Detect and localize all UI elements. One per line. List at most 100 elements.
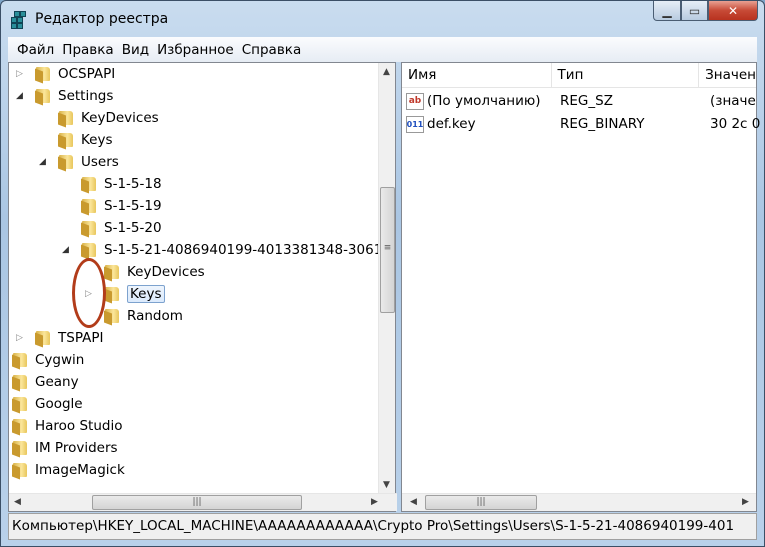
annotation-circle — [72, 258, 106, 328]
values-list[interactable]: Имя Тип Значен ab (По умолчанию) REG_SZ … — [401, 62, 760, 512]
menu-bar: Файл Правка Вид Избранное Справка — [8, 37, 757, 62]
regedit-icon — [9, 9, 29, 29]
folder-icon — [35, 330, 52, 346]
folder-icon — [81, 176, 98, 192]
tree-item[interactable]: S-1-5-20 — [81, 217, 162, 239]
tree-item[interactable]: S-1-5-19 — [81, 195, 162, 217]
folder-icon — [58, 132, 75, 148]
scroll-down-icon[interactable]: ▼ — [383, 480, 390, 490]
tree-item[interactable]: Random — [104, 305, 183, 327]
tree-item-label: S-1-5-20 — [104, 220, 162, 236]
menu-file[interactable]: Файл — [15, 42, 60, 58]
tree-item[interactable]: ▷ Keys — [85, 283, 165, 305]
folder-icon — [81, 220, 98, 236]
tree-item[interactable]: IM Providers — [12, 437, 118, 459]
maximize-button[interactable]: ▭ — [681, 1, 708, 21]
registry-tree[interactable]: ▷ OCSPAPI ◢ Settings KeyDevices Keys ◢ Users S-1… — [8, 62, 397, 512]
title-bar: Редактор реестра — [9, 7, 168, 31]
folder-icon — [104, 308, 121, 324]
tree-item-label: Settings — [58, 88, 114, 104]
tree-item-label: ImageMagick — [35, 462, 125, 478]
list-horizontal-scrollbar[interactable]: ◀ ||| ▶ — [402, 493, 756, 511]
tree-item-label: S-1-5-18 — [104, 176, 162, 192]
string-value-icon: ab — [406, 92, 424, 110]
value-type: REG_SZ — [560, 93, 613, 109]
scroll-left-icon[interactable]: ◀ — [410, 497, 417, 507]
folder-icon — [12, 418, 29, 434]
menu-edit[interactable]: Правка — [60, 42, 119, 58]
tree-item[interactable]: ◢ Settings — [16, 85, 114, 107]
tree-item[interactable]: Geany — [12, 371, 79, 393]
minimize-button[interactable]: ▁ — [653, 1, 681, 21]
folder-icon — [12, 374, 29, 390]
tree-item-label: S-1-5-21-4086940199-4013381348-30610 — [104, 242, 391, 258]
scroll-thumb[interactable]: ||| — [92, 495, 302, 510]
collapse-arrow-icon[interactable]: ◢ — [39, 157, 48, 167]
tree-item[interactable]: Keys — [58, 129, 113, 151]
close-button[interactable]: ✕ — [708, 1, 758, 21]
tree-item-label: KeyDevices — [81, 110, 159, 126]
scroll-thumb[interactable]: ||| — [425, 495, 537, 510]
tree-item[interactable]: Haroo Studio — [12, 415, 123, 437]
tree-item-label: KeyDevices — [127, 264, 205, 280]
tree-item-label: Haroo Studio — [35, 418, 123, 434]
tree-horizontal-scrollbar[interactable]: ◀ ||| ▶ — [9, 493, 397, 511]
folder-icon — [12, 440, 29, 456]
tree-item-label: S-1-5-19 — [104, 198, 162, 214]
tree-item-label: Users — [81, 154, 119, 170]
folder-icon — [35, 88, 52, 104]
scroll-thumb[interactable]: ≡ — [380, 187, 395, 313]
binary-value-icon: 011 — [406, 115, 424, 133]
tree-item-label: Google — [35, 396, 83, 412]
expand-arrow-icon[interactable]: ▷ — [16, 69, 25, 79]
tree-item-label: Keys — [81, 132, 113, 148]
tree-item[interactable]: KeyDevices — [104, 261, 205, 283]
tree-item-label: IM Providers — [35, 440, 118, 456]
scroll-right-icon[interactable]: ▶ — [742, 497, 749, 507]
scroll-left-icon[interactable]: ◀ — [14, 497, 21, 507]
folder-icon — [81, 198, 98, 214]
tree-item[interactable]: ▷ TSPAPI — [16, 327, 103, 349]
value-type: REG_BINARY — [560, 116, 645, 132]
tree-item[interactable]: KeyDevices — [58, 107, 159, 129]
folder-icon — [12, 462, 29, 478]
menu-favorites[interactable]: Избранное — [155, 42, 240, 58]
collapse-arrow-icon[interactable]: ◢ — [62, 245, 71, 255]
folder-icon — [12, 396, 29, 412]
tree-item[interactable]: Cygwin — [12, 349, 84, 371]
folder-icon — [35, 66, 52, 82]
close-icon: ✕ — [727, 3, 739, 18]
tree-item-label: Keys — [127, 285, 165, 303]
tree-item[interactable]: ◢ S-1-5-21-4086940199-4013381348-30610 — [62, 239, 391, 261]
tree-item[interactable]: ▷ OCSPAPI — [16, 63, 116, 85]
tree-item[interactable]: S-1-5-18 — [81, 173, 162, 195]
folder-icon — [58, 154, 75, 170]
tree-item[interactable]: ◢ Users — [39, 151, 119, 173]
folder-icon — [104, 286, 121, 302]
value-data: (значе — [710, 93, 756, 109]
collapse-arrow-icon[interactable]: ◢ — [16, 91, 25, 101]
scroll-up-icon[interactable]: ▲ — [383, 67, 390, 77]
column-type[interactable]: Тип — [552, 63, 700, 87]
column-value[interactable]: Значен — [699, 63, 756, 87]
column-name[interactable]: Имя — [402, 63, 552, 87]
tree-item-label: Cygwin — [35, 352, 85, 368]
list-item[interactable]: 011 def.key REG_BINARY 30 2c 0 — [406, 113, 760, 135]
value-name: (По умолчанию) — [427, 93, 541, 109]
expand-arrow-icon[interactable]: ▷ — [16, 333, 25, 343]
folder-icon — [81, 242, 98, 258]
folder-icon — [12, 352, 29, 368]
scroll-right-icon[interactable]: ▶ — [371, 497, 378, 507]
menu-help[interactable]: Справка — [240, 42, 307, 58]
menu-view[interactable]: Вид — [120, 42, 155, 58]
minimize-icon: ▁ — [662, 3, 672, 18]
tree-item[interactable]: ImageMagick — [12, 459, 125, 481]
maximize-icon: ▭ — [688, 3, 701, 18]
tree-item-label: Random — [127, 308, 183, 324]
window-title: Редактор реестра — [35, 11, 169, 27]
tree-vertical-scrollbar[interactable]: ▲ ≡ ▼ — [378, 63, 395, 494]
status-bar: Компьютер\HKEY_LOCAL_MACHINE\AAAAAAAAAAA… — [8, 513, 757, 540]
list-item[interactable]: ab (По умолчанию) REG_SZ (значе — [406, 90, 756, 112]
tree-item[interactable]: Google — [12, 393, 83, 415]
tree-item-label: OCSPAPI — [58, 66, 116, 82]
